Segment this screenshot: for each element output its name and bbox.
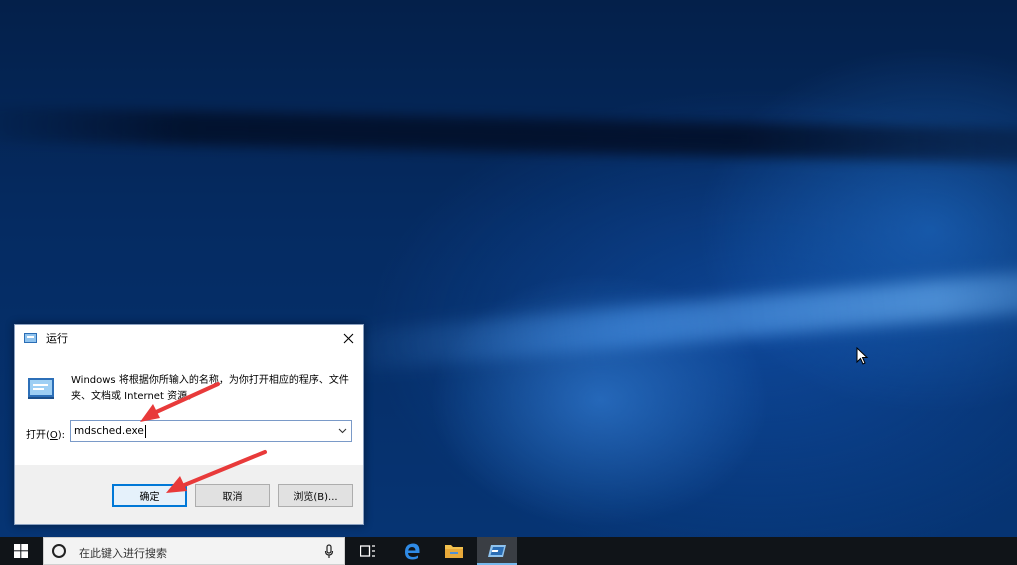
run-dialog: 运行 Windows 将根据你所输入的名称，为你打开相应的程序、文件夹、文档或 … [14, 324, 364, 525]
open-combobox[interactable]: mdsched.exe [70, 420, 352, 442]
file-explorer-button[interactable] [434, 537, 474, 565]
task-view-icon [360, 545, 375, 557]
taskbar-search-box[interactable]: 在此键入进行搜索 [43, 537, 345, 565]
close-icon [343, 333, 353, 343]
dialog-description: Windows 将根据你所输入的名称，为你打开相应的程序、文件夹、文档或 Int… [71, 375, 349, 402]
dialog-title: 运行 [46, 332, 68, 345]
wallpaper-dark-beam [0, 106, 1017, 164]
task-view-button[interactable] [348, 537, 388, 565]
edge-button[interactable] [392, 537, 432, 565]
start-button[interactable] [0, 537, 42, 565]
file-explorer-icon [445, 545, 463, 558]
windows-logo-icon [14, 544, 28, 558]
mouse-pointer-icon [856, 347, 869, 365]
run-program-icon [26, 375, 58, 405]
run-icon [488, 545, 506, 557]
cortana-icon [52, 544, 66, 558]
dropdown-button[interactable] [333, 421, 351, 441]
button-bar: 确定 取消 浏览(B)... [15, 465, 363, 524]
edge-icon [405, 543, 420, 560]
close-button[interactable] [333, 325, 363, 351]
taskbar: 在此键入进行搜索 [0, 537, 1017, 565]
run-taskbar-button[interactable] [477, 537, 517, 565]
chevron-down-icon [338, 428, 346, 434]
open-input[interactable]: mdsched.exe [71, 421, 331, 441]
search-placeholder: 在此键入进行搜索 [79, 547, 167, 560]
title-bar[interactable]: 运行 [15, 325, 363, 351]
wallpaper-light-beam [329, 266, 1017, 374]
ok-button[interactable]: 确定 [112, 484, 187, 507]
microphone-icon[interactable] [324, 544, 334, 563]
open-label: 打开(O): [26, 430, 66, 441]
text-caret [144, 424, 146, 438]
browse-button[interactable]: 浏览(B)... [278, 484, 353, 507]
cancel-button[interactable]: 取消 [195, 484, 270, 507]
run-icon [23, 331, 39, 345]
